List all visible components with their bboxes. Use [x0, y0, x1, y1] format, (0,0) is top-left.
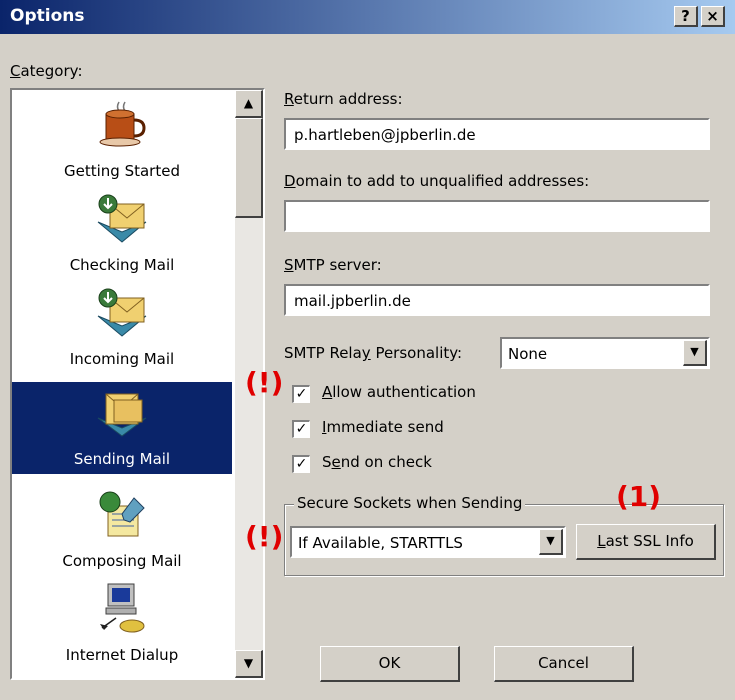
allow-auth-label: Allow authentication	[322, 383, 476, 401]
title-bar: Options ? ×	[0, 0, 735, 34]
help-button[interactable]: ?	[674, 6, 698, 27]
return-address-input[interactable]: p.hartleben@jpberlin.de	[284, 118, 710, 150]
scroll-thumb[interactable]	[235, 118, 263, 218]
smtp-label: SMTP server:	[284, 256, 382, 274]
category-item-sending-mail[interactable]: Sending Mail	[12, 382, 232, 474]
immediate-send-checkbox[interactable]: ✓	[292, 420, 310, 438]
domain-input[interactable]	[284, 200, 710, 232]
send-on-check-label: Send on check	[322, 453, 432, 471]
annotation-auth: (!)	[245, 366, 284, 399]
mail-send-icon	[97, 393, 147, 437]
last-ssl-info-button[interactable]: Last SSL Info	[576, 524, 716, 560]
immediate-send-label: Immediate send	[322, 418, 444, 436]
compose-icon	[99, 491, 145, 537]
return-address-label: Return address:	[284, 90, 403, 108]
send-on-check-checkbox[interactable]: ✓	[292, 455, 310, 473]
category-item-checking-mail[interactable]: Checking Mail	[12, 188, 232, 280]
chevron-down-icon[interactable]: ▼	[683, 340, 707, 366]
coffee-cup-icon	[99, 101, 146, 147]
annotation-ssl-info: (1)	[616, 480, 662, 513]
chevron-down-icon[interactable]: ▼	[539, 529, 563, 555]
close-button[interactable]: ×	[701, 6, 725, 27]
category-item-incoming-mail[interactable]: Incoming Mail	[12, 282, 232, 374]
ssl-group-label: Secure Sockets when Sending	[294, 494, 526, 512]
annotation-ssl: (!)	[245, 520, 284, 553]
smtp-input[interactable]: mail.jpberlin.de	[284, 284, 710, 316]
scroll-up-button[interactable]: ▲	[235, 90, 263, 118]
relay-select[interactable]: None ▼	[500, 337, 710, 369]
relay-label: SMTP Relay Personality:	[284, 344, 463, 362]
mail-download-icon	[97, 288, 147, 337]
category-item-getting-started[interactable]: Getting Started	[12, 94, 232, 186]
ok-button[interactable]: OK	[320, 646, 460, 682]
category-item-composing-mail[interactable]: Composing Mail	[12, 484, 232, 576]
domain-label: Domain to add to unqualified addresses:	[284, 172, 590, 190]
window-title: Options	[10, 6, 85, 26]
allow-auth-checkbox[interactable]: ✓	[292, 385, 310, 403]
computer-phone-icon	[100, 583, 145, 633]
mail-download-icon	[97, 194, 147, 243]
scroll-down-button[interactable]: ▼	[235, 650, 263, 678]
category-list[interactable]: Getting Started Checking Mail Incoming M…	[10, 88, 265, 680]
cancel-button[interactable]: Cancel	[494, 646, 634, 682]
ssl-select[interactable]: If Available, STARTTLS ▼	[290, 526, 566, 558]
category-item-internet-dialup[interactable]: Internet Dialup	[12, 578, 232, 670]
category-label: Category:	[10, 62, 83, 80]
